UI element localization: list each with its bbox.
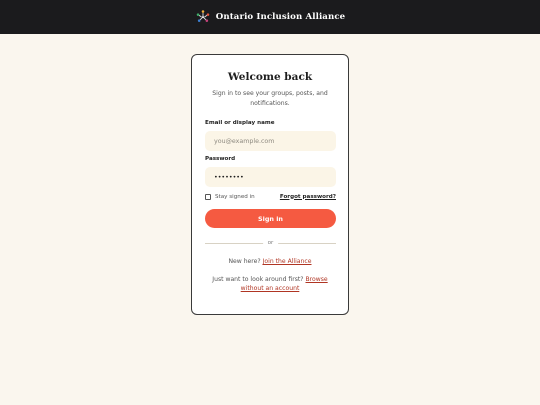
password-label: Password <box>205 156 236 162</box>
or-divider: or <box>205 239 336 247</box>
alliance-logo-icon <box>196 10 210 22</box>
forgot-password-link[interactable]: Forgot password? <box>280 194 336 200</box>
top-bar: Ontario Inclusion Alliance <box>0 0 540 34</box>
new-here-prompt: New here? <box>228 258 261 265</box>
divider-label: or <box>262 239 279 247</box>
browse-prompt: Just want to look around first? <box>212 276 304 283</box>
join-alliance-link[interactable]: Join the Alliance <box>263 258 312 265</box>
signin-options-row: Stay signed in Forgot password? <box>205 192 336 201</box>
sign-in-button[interactable]: Sign in <box>205 209 336 228</box>
password-field[interactable] <box>205 167 336 187</box>
stay-signed-in-checkbox[interactable] <box>205 193 211 200</box>
page-title: Welcome back <box>227 71 313 83</box>
stay-signed-in-toggle[interactable]: Stay signed in <box>205 193 255 200</box>
browse-text: Just want to look around first? Browse w… <box>200 275 340 293</box>
email-label: Email or display name <box>205 120 275 126</box>
signin-subtitle: Sign in to see your groups, posts, and n… <box>212 90 328 107</box>
stay-signed-in-label: Stay signed in <box>215 193 255 200</box>
brand[interactable]: Ontario Inclusion Alliance <box>195 9 345 25</box>
signin-card: Welcome back Sign in to see your groups,… <box>191 54 349 315</box>
brand-name: Ontario Inclusion Alliance <box>215 12 346 22</box>
new-here-text: New here? Join the Alliance <box>200 257 340 266</box>
email-field[interactable] <box>205 131 336 151</box>
